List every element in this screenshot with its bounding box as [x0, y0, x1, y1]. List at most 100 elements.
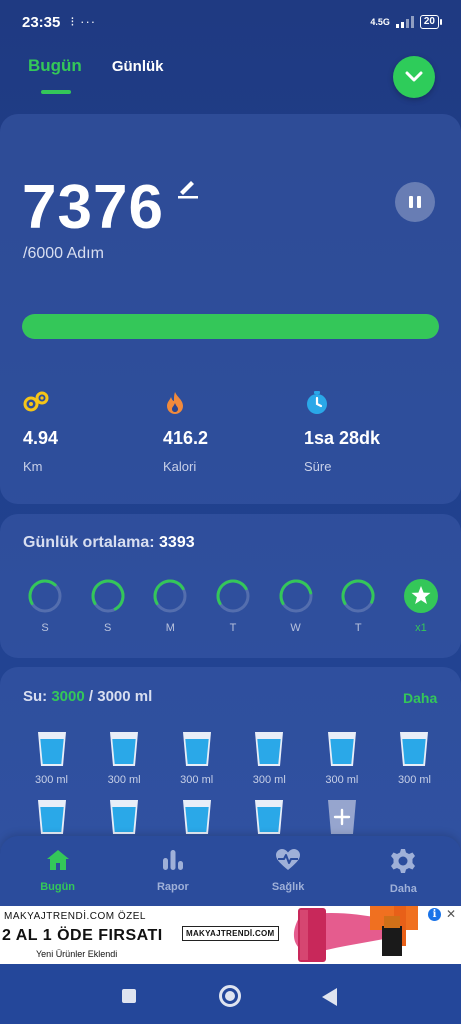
nav-health-label: Sağlık [271, 881, 305, 893]
day-label: S [103, 622, 112, 634]
clock: 23:35 [22, 13, 61, 31]
ad-close-icon[interactable]: ✕ [446, 907, 456, 921]
ad-headline: 2 AL 1 ÖDE FIRSATI [2, 927, 163, 944]
nav-more-label: Daha [389, 883, 417, 895]
day-ring-3[interactable]: T [214, 578, 252, 634]
progress-ring-icon [279, 579, 313, 613]
water-cup[interactable]: 300 ml [389, 730, 440, 786]
progress-ring-icon [153, 579, 187, 613]
cup-amount: 300 ml [107, 774, 141, 786]
lipstick-image [293, 906, 418, 962]
water-more-link[interactable]: Daha [403, 690, 437, 706]
step-goal: /6000 Adım [23, 245, 104, 262]
day-label: M [165, 622, 175, 634]
cup-amount: 300 ml [252, 774, 286, 786]
water-glass-icon [110, 800, 139, 834]
water-cup[interactable]: 300 ml [316, 730, 367, 786]
calories-value: 416.2 [163, 428, 209, 448]
day-label: T [354, 622, 362, 634]
water-glass-icon [182, 732, 211, 766]
day-ring-6[interactable]: x1 [402, 578, 440, 634]
system-navigation [0, 964, 461, 1024]
day-ring-2[interactable]: M [151, 578, 189, 634]
day-label: W [290, 622, 301, 634]
water-cup[interactable]: 300 ml [171, 730, 222, 786]
edit-icon[interactable] [176, 176, 200, 205]
water-title: Su: 3000 / 3000 ml [23, 688, 152, 705]
signal-icon [395, 16, 414, 28]
nav-today-label: Bugün [40, 881, 76, 893]
duration-label: Süre [304, 459, 332, 474]
distance-value: 4.94 [23, 428, 59, 448]
recents-button[interactable] [122, 989, 136, 1003]
week-rings: S S M T W Tx1 [26, 578, 440, 634]
water-cup[interactable]: 300 ml [99, 730, 150, 786]
duration-value: 1sa 28dk [304, 428, 381, 448]
ad-info-icon[interactable]: i [428, 908, 441, 921]
nav-report-label: Rapor [156, 881, 189, 893]
stat-duration: 1sa 28dk Süre [304, 390, 424, 474]
progress-ring-icon [216, 579, 250, 613]
daily-average-label: Günlük ortalama: [23, 534, 155, 551]
water-cup[interactable]: 300 ml [26, 730, 77, 786]
water-cup[interactable]: 300 ml [244, 730, 295, 786]
ad-brand: MAKYAJTRENDİ.COM ÖZEL [4, 911, 146, 922]
add-glass-icon [327, 800, 356, 834]
nav-health[interactable]: Sağlık [231, 836, 346, 906]
tab-today[interactable]: Bugün [28, 56, 82, 94]
status-bar: 23:35 ⁝ ··· 4.5G 20 [0, 0, 461, 44]
top-tabs: Bugün Günlük [28, 56, 164, 94]
distance-icon [23, 391, 49, 412]
day-label: T [229, 622, 237, 634]
water-glass-icon [37, 732, 66, 766]
water-glass-icon [327, 732, 356, 766]
day-label: S [41, 622, 49, 634]
daily-average-value: 3393 [159, 534, 195, 551]
day-ring-1[interactable]: S [89, 578, 127, 634]
daily-average: Günlük ortalama: 3393 [23, 534, 195, 552]
cup-amount: 300 ml [34, 774, 69, 786]
tab-daily[interactable]: Günlük [112, 56, 164, 76]
gear-icon [391, 849, 416, 873]
pause-button[interactable] [395, 182, 435, 222]
water-current: 3000 [51, 688, 85, 705]
day-ring-4[interactable]: W [277, 578, 315, 634]
chevron-down-icon [405, 71, 423, 82]
water-glass-icon [37, 800, 66, 834]
progress-ring-icon [91, 579, 125, 613]
nav-today[interactable]: Bugün [0, 836, 115, 906]
ad-banner[interactable]: MAKYAJTRENDİ.COM ÖZEL 2 AL 1 ÖDE FIRSATI… [0, 906, 461, 964]
step-count: 7376 [22, 173, 164, 242]
water-glass-icon [255, 800, 284, 834]
ad-logo: MAKYAJTRENDİ.COM [182, 926, 279, 941]
distance-label: Km [23, 459, 43, 474]
bottom-navigation: Bugün Rapor Sağlık Daha [0, 836, 461, 906]
step-progress-bar [22, 314, 439, 339]
notification-icons: ⁝ ··· [70, 14, 97, 29]
cup-amount: 300 ml [180, 774, 214, 786]
water-cups: 300 ml 300 ml 300 ml 300 ml 300 ml 300 ml [26, 730, 440, 842]
cup-amount: 300 ml [397, 774, 431, 786]
nav-report[interactable]: Rapor [115, 836, 230, 906]
back-button[interactable] [322, 988, 337, 1006]
day-label: x1 [415, 622, 427, 634]
water-glass-icon [110, 732, 139, 766]
day-ring-0[interactable]: S [26, 578, 64, 634]
stat-calories: 416.2 Kalori [163, 390, 283, 474]
water-glass-icon [255, 732, 284, 766]
progress-ring-icon [341, 579, 375, 613]
home-button[interactable] [219, 985, 241, 1007]
calories-label: Kalori [163, 459, 197, 474]
status-right: 4.5G 20 [370, 15, 443, 29]
day-ring-5[interactable]: T [339, 578, 377, 634]
home-icon [46, 850, 69, 870]
cup-amount: 300 ml [325, 774, 359, 786]
stat-distance: 4.94 Km [23, 390, 143, 474]
nav-more[interactable]: Daha [346, 836, 461, 906]
step-progress-fill [22, 314, 439, 339]
water-total: / 3000 ml [88, 688, 153, 705]
network-type: 4.5G [370, 17, 390, 27]
expand-button[interactable] [393, 56, 435, 98]
timer-icon [307, 391, 327, 414]
battery-icon: 20 [419, 15, 443, 29]
